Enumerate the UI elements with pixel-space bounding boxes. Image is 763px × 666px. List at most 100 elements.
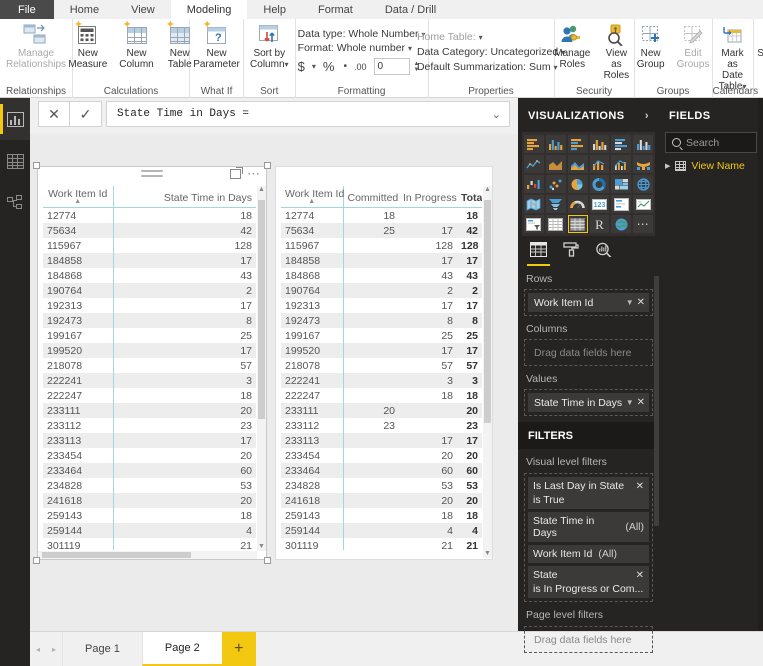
chevron-down-icon[interactable]: ▼ xyxy=(626,298,634,307)
scroll-thumb[interactable] xyxy=(484,200,491,424)
table-row[interactable]: 115967 128 xyxy=(43,238,256,253)
currency-button[interactable]: $ xyxy=(298,59,305,74)
table-row[interactable]: 233464 60 60 xyxy=(281,463,482,478)
scroll-thumb[interactable] xyxy=(42,552,191,558)
table-row[interactable]: 184858 17 17 xyxy=(281,253,482,268)
table-icon[interactable] xyxy=(545,215,566,233)
tab-analytics[interactable] xyxy=(595,242,612,266)
table-row[interactable]: 75634 25 17 42 xyxy=(281,223,482,238)
ribbon-tab-help[interactable]: Help xyxy=(247,0,302,19)
table-row[interactable]: 199167 25 xyxy=(43,328,256,343)
table-visual[interactable]: ⋯ Work Item Id ▲ State Time in Days 1277… xyxy=(33,162,271,564)
sidebar-item-relationships-view[interactable] xyxy=(0,182,30,224)
focus-mode-icon[interactable] xyxy=(230,167,243,179)
tab-fields[interactable] xyxy=(527,242,550,266)
sidebar-item-data-view[interactable] xyxy=(0,140,30,182)
filled-map-icon[interactable] xyxy=(524,195,544,213)
hundred-percent-stacked-column-chart-icon[interactable] xyxy=(633,135,653,153)
table-row[interactable]: 192473 8 xyxy=(43,313,256,328)
map-icon[interactable] xyxy=(633,175,653,193)
chevron-down-icon[interactable]: ▼ xyxy=(626,398,634,407)
table-row[interactable]: 184858 17 xyxy=(43,253,256,268)
stacked-bar-chart-icon[interactable] xyxy=(524,135,544,153)
table-row[interactable]: 234828 53 53 xyxy=(281,478,482,493)
ribbon-tab-home[interactable]: Home xyxy=(54,0,115,19)
matrix-icon[interactable] xyxy=(567,215,588,233)
manage-roles-button[interactable]: Manage Roles xyxy=(550,22,595,70)
page-prev-button[interactable]: ◂ xyxy=(30,632,46,666)
resize-handle-se[interactable] xyxy=(264,557,271,564)
table-row[interactable]: 184868 43 xyxy=(43,268,256,283)
table-visual-horizontal-scrollbar[interactable] xyxy=(38,551,257,559)
matrix-visual-vertical-scrollbar[interactable]: ▲ ▼ xyxy=(483,186,492,558)
chevron-right-icon[interactable]: ▶ xyxy=(665,162,670,170)
ribbon-chart-icon[interactable] xyxy=(633,155,653,173)
resize-handle-sw[interactable] xyxy=(33,557,40,564)
filter-card[interactable]: Work Item Id (All) xyxy=(528,545,649,563)
table-row[interactable]: 199520 17 xyxy=(43,343,256,358)
table-row[interactable]: 233464 60 xyxy=(43,463,256,478)
new-parameter-button[interactable]: ✦ ? New Parameter xyxy=(187,20,246,71)
table-row[interactable]: 301119 21 xyxy=(43,538,256,550)
table-row[interactable]: 184868 43 43 xyxy=(281,268,482,283)
scroll-down-icon[interactable]: ▼ xyxy=(257,543,266,551)
filter-card[interactable]: State ✕ is In Progress or Com... xyxy=(528,566,649,598)
table-row[interactable]: 241618 20 xyxy=(43,493,256,508)
ribbon-tab-file[interactable]: File xyxy=(0,0,54,19)
ribbon-tab-view[interactable]: View xyxy=(115,0,171,19)
table-row[interactable]: 241618 20 20 xyxy=(281,493,482,508)
well-rows[interactable]: Work Item Id ▼ ✕ xyxy=(524,289,653,316)
data-type-dropdown[interactable]: Data type: Whole Number ▾ xyxy=(298,28,426,40)
table-row[interactable]: 199167 25 25 xyxy=(281,328,482,343)
add-page-button[interactable]: + xyxy=(221,632,256,666)
field-pill[interactable]: State Time in Days ▼ ✕ xyxy=(528,393,649,412)
table-row[interactable]: 234828 53 xyxy=(43,478,256,493)
pie-chart-icon[interactable] xyxy=(567,175,588,193)
page-tab-page-2[interactable]: Page 2 xyxy=(141,632,222,666)
new-group-button[interactable]: New Group xyxy=(631,22,671,70)
default-summarization-dropdown[interactable]: Default Summarization: Sum ▾ xyxy=(417,61,565,73)
page-tab-page-1[interactable]: Page 1 xyxy=(62,632,142,666)
table-row[interactable]: 222247 18 18 xyxy=(281,388,482,403)
table-row[interactable]: 218078 57 57 xyxy=(281,358,482,373)
remove-filter-icon[interactable]: ✕ xyxy=(636,481,644,492)
table-row[interactable]: 218078 57 xyxy=(43,358,256,373)
table-row[interactable]: 233454 20 20 xyxy=(281,448,482,463)
fields-search-box[interactable]: Search xyxy=(665,132,757,153)
stacked-area-chart-icon[interactable] xyxy=(567,155,588,173)
well-values[interactable]: State Time in Days ▼ ✕ xyxy=(524,389,653,416)
remove-filter-icon[interactable]: ✕ xyxy=(636,570,644,581)
home-table-dropdown[interactable]: Home Table: ▾ xyxy=(417,31,565,43)
funnel-icon[interactable] xyxy=(545,195,566,213)
line-chart-icon[interactable] xyxy=(524,155,544,173)
table-row[interactable]: 192313 17 17 xyxy=(281,298,482,313)
table-row[interactable]: 222247 18 xyxy=(43,388,256,403)
decimal-places-input[interactable]: 0 xyxy=(373,58,410,75)
decimal-places-button[interactable]: .00 xyxy=(354,62,367,72)
table-row[interactable]: 12774 18 18 xyxy=(281,207,482,223)
data-category-dropdown[interactable]: Data Category: Uncategorized ▾ xyxy=(417,46,565,58)
search-input[interactable]: Search xyxy=(686,137,719,149)
gauge-icon[interactable] xyxy=(567,195,588,213)
remove-field-icon[interactable]: ✕ xyxy=(637,397,645,408)
more-visuals-icon[interactable]: ⋯ xyxy=(633,215,653,233)
matrix-visual[interactable]: Work Item Id ▲ Committed In Progress Tot… xyxy=(275,166,493,560)
formula-input[interactable]: State Time in Days = ⌄ xyxy=(106,101,510,127)
table-row[interactable]: 199520 17 17 xyxy=(281,343,482,358)
table-row[interactable]: 233113 17 xyxy=(43,433,256,448)
waterfall-chart-icon[interactable] xyxy=(524,175,544,193)
table-row[interactable]: 115967 128 128 xyxy=(281,238,482,253)
page-level-filters-well[interactable]: Drag data fields here xyxy=(524,626,653,653)
page-next-button[interactable]: ▸ xyxy=(46,632,62,666)
table-row[interactable]: 233454 20 xyxy=(43,448,256,463)
table-row[interactable]: 75634 42 xyxy=(43,223,256,238)
mark-as-date-table-button[interactable]: Mark as Date Table▾ xyxy=(713,22,753,92)
card-icon[interactable]: 123 xyxy=(589,195,610,213)
table-row[interactable]: 233112 23 23 xyxy=(281,418,482,433)
clustered-column-chart-icon[interactable] xyxy=(589,135,610,153)
currency-chevron-icon[interactable]: ▾ xyxy=(312,62,316,71)
table-row[interactable]: 192473 8 8 xyxy=(281,313,482,328)
filter-card[interactable]: State Time in Days (All) xyxy=(528,512,649,542)
table-row[interactable]: 233111 20 20 xyxy=(281,403,482,418)
donut-chart-icon[interactable] xyxy=(589,175,610,193)
